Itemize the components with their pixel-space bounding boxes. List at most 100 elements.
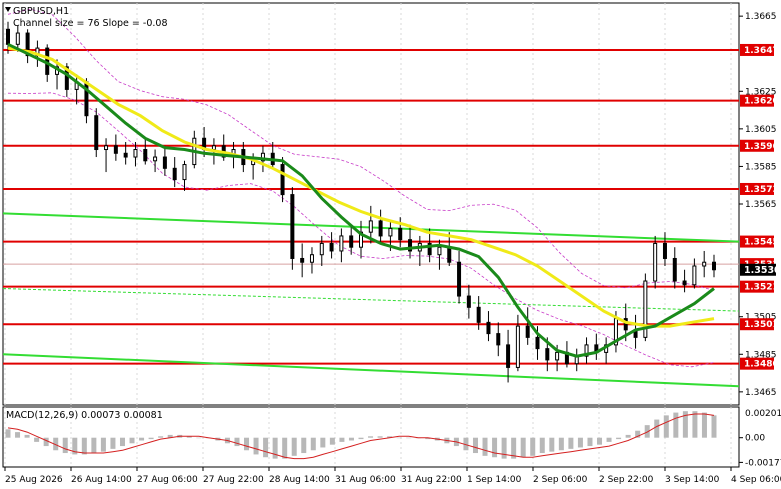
y-tick-label: 1.3565 xyxy=(745,200,777,210)
candle-body xyxy=(172,167,177,181)
macd-histogram-bar xyxy=(520,437,526,458)
x-tick-label: 31 Aug 06:00 xyxy=(335,475,396,485)
candle-body xyxy=(506,344,511,368)
x-tick-label: 27 Aug 22:00 xyxy=(203,475,264,485)
macd-histogram-bar xyxy=(663,415,669,438)
macd-histogram-bar xyxy=(24,434,30,438)
macd-histogram-bar xyxy=(234,437,240,447)
macd-histogram-bar xyxy=(301,437,307,454)
macd-histogram-bar xyxy=(263,437,269,458)
candle-body xyxy=(153,156,158,162)
macd-histogram-bar xyxy=(139,437,145,441)
macd-histogram-bar xyxy=(606,437,612,442)
x-tick-label: 27 Aug 06:00 xyxy=(137,475,198,485)
x-tick-label: 4 Sep 06:00 xyxy=(731,475,781,485)
macd-histogram-bar xyxy=(310,437,316,451)
macd-histogram-bar xyxy=(34,437,40,442)
candle-body xyxy=(702,261,707,267)
macd-histogram-bar xyxy=(501,437,507,459)
candle-body xyxy=(329,242,334,252)
macd-top-tick-label: 0.00201 xyxy=(745,409,781,419)
macd-histogram-bar xyxy=(701,412,707,438)
candle-body xyxy=(555,351,560,361)
candle-body xyxy=(535,336,540,350)
macd-histogram-bar xyxy=(129,437,135,444)
macd-histogram-bar xyxy=(368,436,374,438)
candle-body xyxy=(672,257,677,282)
candle-body xyxy=(300,257,305,263)
channel-indicator-text: Channel size = 76 Slope = -0.08 xyxy=(13,18,168,29)
candle-body xyxy=(94,115,99,151)
macd-tick-label: 0.00 xyxy=(745,434,765,444)
candle-body xyxy=(378,220,383,237)
current-price-label: 1.3530 xyxy=(744,265,781,276)
macd-histogram-bar xyxy=(577,437,583,448)
candle-body xyxy=(15,32,20,45)
macd-histogram-bar xyxy=(692,411,698,438)
candle-body xyxy=(143,149,148,162)
candle-body xyxy=(447,246,452,263)
macd-histogram-bar xyxy=(91,437,97,454)
y-tick-label: 1.3465 xyxy=(745,388,777,398)
macd-histogram-bar xyxy=(253,437,259,455)
candle-body xyxy=(466,295,471,308)
macd-histogram-bar xyxy=(81,437,87,455)
x-tick-label: 25 Aug 2026 xyxy=(5,475,63,485)
candle-body xyxy=(476,306,481,323)
x-tick-label: 26 Aug 14:00 xyxy=(71,475,132,485)
candle-body xyxy=(388,227,393,237)
candle-body xyxy=(290,194,295,259)
candle-body xyxy=(349,235,354,248)
macd-histogram-bar xyxy=(539,437,545,454)
candle-body xyxy=(653,242,658,282)
macd-histogram-bar xyxy=(625,434,631,438)
macd-histogram-bar xyxy=(272,437,278,459)
candle-body xyxy=(682,280,687,286)
candle-body xyxy=(692,265,697,286)
level-price-label: 1.3647 xyxy=(744,46,779,56)
candle-body xyxy=(280,164,285,196)
level-price-label: 1.3521 xyxy=(744,283,779,293)
candle-body xyxy=(123,152,128,158)
candle-body xyxy=(712,261,716,271)
candle-body xyxy=(368,220,373,233)
x-tick-label: 31 Aug 22:00 xyxy=(401,475,462,485)
level-price-label: 1.3501 xyxy=(744,320,779,330)
macd-histogram-bar xyxy=(320,437,326,448)
macd-histogram-bar xyxy=(244,437,250,451)
level-price-label: 1.3545 xyxy=(744,238,779,248)
macd-histogram-bar xyxy=(100,437,106,452)
macd-histogram-bar xyxy=(673,412,679,438)
macd-histogram-bar xyxy=(62,437,68,454)
macd-histogram-bar xyxy=(558,437,564,451)
level-price-label: 1.3573 xyxy=(744,185,779,195)
macd-histogram-bar xyxy=(329,437,335,445)
candle-body xyxy=(211,145,216,151)
candle-body xyxy=(545,348,550,361)
level-price-label: 1.3620 xyxy=(744,97,779,107)
macd-title: MACD(12,26,9) 0.00073 0.00081 xyxy=(6,410,163,421)
macd-histogram-bar xyxy=(597,437,603,445)
x-tick-label: 3 Sep 14:00 xyxy=(665,475,720,485)
macd-histogram-bar xyxy=(549,437,555,452)
macd-histogram-bar xyxy=(587,437,593,447)
macd-histogram-bar xyxy=(492,437,498,458)
x-tick-label: 2 Sep 06:00 xyxy=(533,475,588,485)
candle-body xyxy=(339,235,344,252)
y-tick-label: 1.3665 xyxy=(745,12,777,22)
candle-body xyxy=(457,261,462,297)
y-tick-label: 1.3585 xyxy=(745,162,777,172)
macd-histogram-bar xyxy=(472,437,478,454)
macd-histogram-bar xyxy=(158,436,164,438)
macd-histogram-bar xyxy=(396,437,402,439)
macd-tick-label: -0.00177 xyxy=(745,458,781,468)
x-tick-label: 2 Sep 22:00 xyxy=(599,475,654,485)
macd-histogram-bar xyxy=(110,437,116,449)
candle-body xyxy=(104,145,109,151)
candle-body xyxy=(6,28,10,45)
level-price-label: 1.3596 xyxy=(744,142,779,152)
level-price-label: 1.3480 xyxy=(744,360,779,370)
macd-histogram-bar xyxy=(482,437,488,456)
macd-histogram-bar xyxy=(348,437,354,441)
macd-histogram-bar xyxy=(568,437,574,449)
